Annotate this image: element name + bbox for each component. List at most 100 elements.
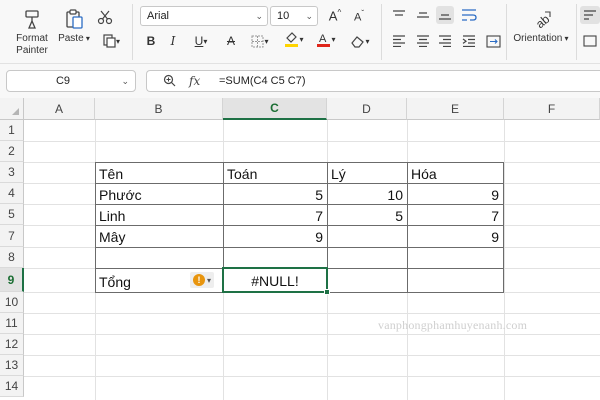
gridline xyxy=(24,334,600,335)
italic-button[interactable]: I xyxy=(164,32,182,50)
cell-b4[interactable]: Phước xyxy=(96,184,222,205)
align-middle-button[interactable] xyxy=(414,6,432,24)
row-header-7[interactable]: 7 xyxy=(0,225,24,247)
cell-c3[interactable]: Toán xyxy=(224,163,326,184)
chevron-down-icon: ▾ xyxy=(203,36,208,46)
formula-bar: C9 ⌄ fx =SUM(C4 C5 C7) xyxy=(0,64,600,98)
cell-c7[interactable]: 9 xyxy=(224,226,326,247)
row-header-11[interactable]: 11 xyxy=(0,313,24,334)
ribbon-separator xyxy=(576,4,577,60)
fill-color-button[interactable]: ▾ xyxy=(280,30,308,48)
align-bottom-icon xyxy=(439,14,451,20)
chevron-down-icon: ▾ xyxy=(299,34,304,44)
error-indicator-button[interactable]: ! ▾ xyxy=(190,272,215,288)
name-box[interactable]: C9 ⌄ xyxy=(6,70,136,92)
indent-icon xyxy=(462,35,475,47)
cell-e4[interactable]: 9 xyxy=(408,184,502,205)
worksheet-grid[interactable]: A B C D E F 1 2 3 4 5 7 8 9 10 11 12 13 … xyxy=(0,98,600,400)
row-header-12[interactable]: 12 xyxy=(0,334,24,355)
merge-button[interactable] xyxy=(484,32,502,50)
select-all-button[interactable] xyxy=(0,98,24,120)
row-header-10[interactable]: 10 xyxy=(0,292,24,313)
bold-button[interactable]: B xyxy=(142,32,160,50)
cell-b5[interactable]: Linh xyxy=(96,205,222,226)
merge-icon xyxy=(485,34,501,48)
copy-button[interactable]: ▾ xyxy=(96,32,126,50)
row-header-1[interactable]: 1 xyxy=(0,120,24,141)
fill-handle[interactable] xyxy=(324,289,330,295)
row-header-2[interactable]: 2 xyxy=(0,141,24,162)
font-size-value: 10 xyxy=(277,10,290,22)
align-bottom-button[interactable] xyxy=(436,6,454,24)
align-right-button[interactable] xyxy=(436,32,454,50)
chevron-down-icon: ▾ xyxy=(264,36,269,46)
orientation-button[interactable]: ab Orientation ▾ xyxy=(508,8,574,45)
cut-button[interactable] xyxy=(96,8,114,26)
chevron-down-icon: ▾ xyxy=(562,34,569,43)
cell-c4[interactable]: 5 xyxy=(224,184,326,205)
merge-center-button[interactable] xyxy=(580,32,600,50)
formula-text: =SUM(C4 C5 C7) xyxy=(219,75,306,87)
strikethrough-button[interactable]: A xyxy=(222,32,240,50)
font-name-dropdown[interactable]: Arial ⌄ xyxy=(140,6,268,26)
decrease-font-button[interactable]: Aˇ xyxy=(350,7,368,25)
selected-cell-border xyxy=(222,267,330,295)
cell-d4[interactable]: 10 xyxy=(328,184,406,205)
column-header-d[interactable]: D xyxy=(327,98,407,120)
ribbon-separator xyxy=(381,4,382,60)
column-header-f[interactable]: F xyxy=(504,98,600,120)
cell-d3[interactable]: Lý xyxy=(328,163,406,184)
font-color-icon: A xyxy=(317,33,331,47)
row-header-14[interactable]: 14 xyxy=(0,376,24,397)
row-header-8[interactable]: 8 xyxy=(0,247,24,268)
font-size-dropdown[interactable]: 10 ⌄ xyxy=(270,6,318,26)
align-top-button[interactable] xyxy=(390,6,408,24)
ribbon: Format Painter Paste ▾ ▾ Arial ⌄ 10 ⌄ A^ A… xyxy=(0,0,600,64)
wrap-text-button[interactable] xyxy=(580,6,600,24)
table-border xyxy=(503,162,504,293)
align-left-button[interactable] xyxy=(390,32,408,50)
cell-c5[interactable]: 7 xyxy=(224,205,326,226)
chevron-down-icon: ⌄ xyxy=(305,11,313,21)
increase-font-button[interactable]: A^ xyxy=(326,7,344,25)
paste-label: Paste xyxy=(58,33,84,44)
select-all-icon xyxy=(12,108,19,115)
underline-button[interactable]: U ▾ xyxy=(188,32,214,50)
gridline xyxy=(24,313,600,314)
cell-e7[interactable]: 9 xyxy=(408,226,502,247)
fx-icon[interactable]: fx xyxy=(189,74,200,88)
borders-icon xyxy=(251,35,264,47)
cell-b3[interactable]: Tên xyxy=(96,163,222,184)
clear-button[interactable]: ▾ xyxy=(346,32,374,50)
cell-b9[interactable]: Tổng xyxy=(96,271,186,293)
column-header-e[interactable]: E xyxy=(407,98,504,120)
gridline xyxy=(24,376,600,377)
cell-d5[interactable]: 5 xyxy=(328,205,406,226)
row-header-9[interactable]: 9 xyxy=(0,268,24,292)
paste-button[interactable]: Paste ▾ xyxy=(56,8,92,45)
watermark: vanphongphamhuyenanh.com xyxy=(378,318,528,332)
row-header-5[interactable]: 5 xyxy=(0,204,24,225)
warning-icon: ! xyxy=(193,274,205,286)
formula-input[interactable]: fx =SUM(C4 C5 C7) xyxy=(146,70,600,92)
indent-button[interactable] xyxy=(460,32,478,50)
format-painter-button[interactable]: Format Painter xyxy=(10,8,54,57)
align-center-button[interactable] xyxy=(414,32,432,50)
zoom-icon[interactable] xyxy=(163,74,176,90)
wrap-button[interactable] xyxy=(460,6,478,24)
borders-button[interactable]: ▾ xyxy=(246,32,274,50)
fill-color-icon xyxy=(285,31,299,47)
chevron-down-icon: ⌄ xyxy=(255,11,263,21)
font-color-button[interactable]: A ▾ xyxy=(312,30,340,48)
chevron-down-icon: ▾ xyxy=(83,34,90,43)
column-header-b[interactable]: B xyxy=(95,98,223,120)
cell-b7[interactable]: Mây xyxy=(96,226,222,247)
row-header-4[interactable]: 4 xyxy=(0,183,24,204)
align-left-icon xyxy=(393,35,405,47)
row-header-3[interactable]: 3 xyxy=(0,162,24,183)
column-header-a[interactable]: A xyxy=(24,98,95,120)
cell-e3[interactable]: Hóa xyxy=(408,163,502,184)
cell-e5[interactable]: 7 xyxy=(408,205,502,226)
row-header-13[interactable]: 13 xyxy=(0,355,24,376)
column-header-c[interactable]: C xyxy=(223,98,327,120)
